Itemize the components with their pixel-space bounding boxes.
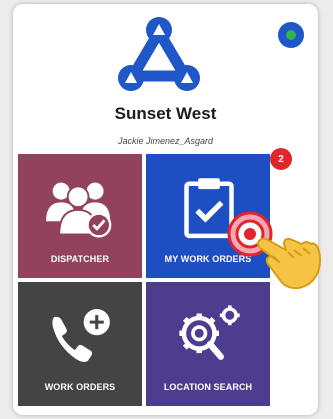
location-search-tile[interactable]: LOCATION SEARCH [146,282,270,406]
notification-badge: 2 [270,148,292,170]
phone-plus-icon [52,309,110,363]
work-orders-label: WORK ORDERS [44,382,116,392]
gear-search-icon [179,305,240,360]
dispatcher-label: DISPATCHER [50,254,110,264]
user-name: Jackie Jimenez_Asgard [117,136,214,146]
company-name: Sunset West [114,104,217,123]
pointing-hand-icon [257,237,321,290]
work-orders-tile[interactable]: WORK ORDERS [18,282,142,406]
triangle-nodes-logo-icon [118,17,200,91]
dispatcher-tile[interactable]: DISPATCHER [18,154,142,278]
status-dot-icon[interactable] [278,22,304,48]
group-check-icon [46,182,112,238]
location-search-label: LOCATION SEARCH [163,382,253,392]
